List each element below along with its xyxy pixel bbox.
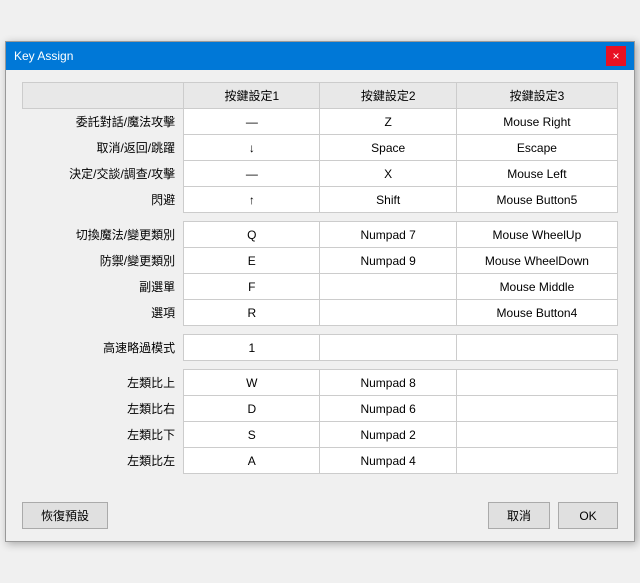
key-cell-col3[interactable]: Mouse WheelUp xyxy=(456,222,617,248)
row-label: 防禦/變更類別 xyxy=(23,248,184,274)
key-cell-col3[interactable]: Escape xyxy=(456,135,617,161)
key-cell-col1[interactable]: R xyxy=(184,300,320,326)
key-cell-col3[interactable] xyxy=(456,396,617,422)
window-title: Key Assign xyxy=(14,49,73,63)
table-row: 閃避↑ShiftMouse Button5 xyxy=(23,187,618,213)
row-label: 左類比上 xyxy=(23,370,184,396)
key-cell-col3[interactable]: Mouse WheelDown xyxy=(456,248,617,274)
row-label: 選項 xyxy=(23,300,184,326)
key-cell-col3[interactable] xyxy=(456,370,617,396)
close-button[interactable]: × xyxy=(606,46,626,66)
spacer-row xyxy=(23,361,618,370)
key-cell-col1[interactable]: F xyxy=(184,274,320,300)
row-label: 左類比左 xyxy=(23,448,184,474)
key-cell-col3[interactable] xyxy=(456,335,617,361)
spacer-row xyxy=(23,326,618,335)
table-row: 委託對話/魔法攻擊—ZMouse Right xyxy=(23,109,618,135)
key-cell-col1[interactable]: 1 xyxy=(184,335,320,361)
key-cell-col1[interactable]: Q xyxy=(184,222,320,248)
content-area: 按鍵設定1 按鍵設定2 按鍵設定3 委託對話/魔法攻擊—ZMouse Right… xyxy=(6,70,634,494)
key-cell-col3[interactable]: Mouse Middle xyxy=(456,274,617,300)
table-row: 左類比下SNumpad 2 xyxy=(23,422,618,448)
row-label: 決定/交談/調查/攻擊 xyxy=(23,161,184,187)
key-cell-col1[interactable]: ↓ xyxy=(184,135,320,161)
key-cell-col3[interactable]: Mouse Button5 xyxy=(456,187,617,213)
cancel-button[interactable]: 取消 xyxy=(488,502,550,529)
key-cell-col2[interactable]: X xyxy=(320,161,456,187)
key-cell-col2[interactable]: Numpad 6 xyxy=(320,396,456,422)
key-assign-table: 按鍵設定1 按鍵設定2 按鍵設定3 委託對話/魔法攻擊—ZMouse Right… xyxy=(22,82,618,474)
key-cell-col2[interactable]: Numpad 4 xyxy=(320,448,456,474)
table-row: 副選單F Mouse Middle xyxy=(23,274,618,300)
table-header-row: 按鍵設定1 按鍵設定2 按鍵設定3 xyxy=(23,83,618,109)
key-cell-col3[interactable]: Mouse Button4 xyxy=(456,300,617,326)
header-label xyxy=(23,83,184,109)
key-cell-col1[interactable]: A xyxy=(184,448,320,474)
key-cell-col1[interactable]: D xyxy=(184,396,320,422)
key-cell-col2[interactable] xyxy=(320,300,456,326)
footer-right: 取消 OK xyxy=(488,502,618,529)
row-label: 閃避 xyxy=(23,187,184,213)
row-label: 左類比下 xyxy=(23,422,184,448)
key-cell-col2[interactable]: Numpad 9 xyxy=(320,248,456,274)
key-cell-col3[interactable] xyxy=(456,422,617,448)
footer-left: 恢復預設 xyxy=(22,502,108,529)
key-cell-col1[interactable]: — xyxy=(184,161,320,187)
footer: 恢復預設 取消 OK xyxy=(6,494,634,541)
table-row: 左類比左ANumpad 4 xyxy=(23,448,618,474)
key-cell-col2[interactable]: Z xyxy=(320,109,456,135)
key-assign-window: Key Assign × 按鍵設定1 按鍵設定2 按鍵設定3 委託對話/魔法攻擊… xyxy=(5,41,635,542)
table-row: 決定/交談/調查/攻擊—XMouse Left xyxy=(23,161,618,187)
table-row: 左類比上WNumpad 8 xyxy=(23,370,618,396)
key-cell-col2[interactable]: Numpad 8 xyxy=(320,370,456,396)
key-cell-col1[interactable]: E xyxy=(184,248,320,274)
key-cell-col2[interactable]: Shift xyxy=(320,187,456,213)
key-cell-col2[interactable]: Numpad 7 xyxy=(320,222,456,248)
restore-button[interactable]: 恢復預設 xyxy=(22,502,108,529)
row-label: 左類比右 xyxy=(23,396,184,422)
header-col1: 按鍵設定1 xyxy=(184,83,320,109)
table-row: 選項R Mouse Button4 xyxy=(23,300,618,326)
key-cell-col2[interactable]: Numpad 2 xyxy=(320,422,456,448)
table-row: 左類比右DNumpad 6 xyxy=(23,396,618,422)
header-col2: 按鍵設定2 xyxy=(320,83,456,109)
title-bar: Key Assign × xyxy=(6,42,634,70)
key-cell-col1[interactable]: ↑ xyxy=(184,187,320,213)
spacer-row xyxy=(23,213,618,222)
header-col3: 按鍵設定3 xyxy=(456,83,617,109)
row-label: 高速略過模式 xyxy=(23,335,184,361)
row-label: 切換魔法/變更類別 xyxy=(23,222,184,248)
key-cell-col1[interactable]: W xyxy=(184,370,320,396)
row-label: 副選單 xyxy=(23,274,184,300)
key-cell-col2[interactable]: Space xyxy=(320,135,456,161)
key-cell-col3[interactable]: Mouse Right xyxy=(456,109,617,135)
row-label: 委託對話/魔法攻擊 xyxy=(23,109,184,135)
row-label: 取消/返回/跳躍 xyxy=(23,135,184,161)
key-cell-col2[interactable] xyxy=(320,335,456,361)
key-cell-col1[interactable]: S xyxy=(184,422,320,448)
table-row: 高速略過模式1 xyxy=(23,335,618,361)
table-row: 防禦/變更類別ENumpad 9Mouse WheelDown xyxy=(23,248,618,274)
table-row: 取消/返回/跳躍↓SpaceEscape xyxy=(23,135,618,161)
table-row: 切換魔法/變更類別QNumpad 7Mouse WheelUp xyxy=(23,222,618,248)
key-cell-col3[interactable] xyxy=(456,448,617,474)
key-cell-col3[interactable]: Mouse Left xyxy=(456,161,617,187)
key-cell-col2[interactable] xyxy=(320,274,456,300)
ok-button[interactable]: OK xyxy=(558,502,618,529)
key-cell-col1[interactable]: — xyxy=(184,109,320,135)
